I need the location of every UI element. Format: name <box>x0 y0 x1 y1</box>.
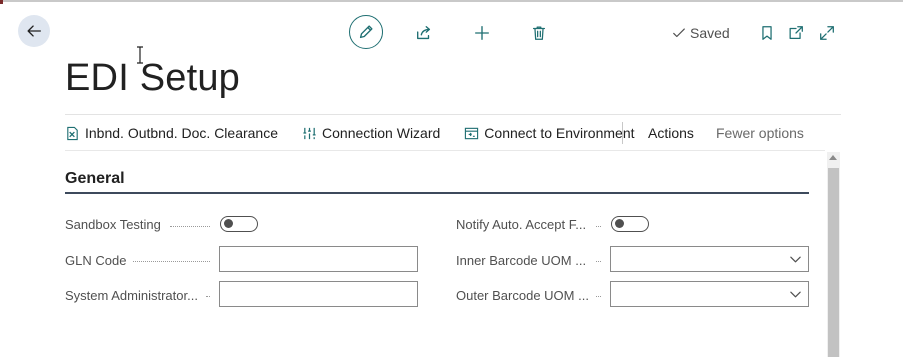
section-title-general[interactable]: General <box>65 170 125 188</box>
action-bar: Inbnd. Outbnd. Doc. Clearance Connection… <box>65 122 635 144</box>
connect-to-environment-action[interactable]: Connect to Environment <box>464 125 635 141</box>
scroll-up-arrow[interactable] <box>829 155 837 160</box>
chevron-down-icon <box>790 256 801 263</box>
plus-icon <box>475 26 489 40</box>
outer-barcode-uom-dropdown[interactable] <box>610 281 809 307</box>
connection-wizard-action[interactable]: Connection Wizard <box>302 125 440 141</box>
inner-barcode-uom-label: Inner Barcode UOM ... <box>456 253 587 268</box>
notify-auto-accept-toggle[interactable] <box>611 216 649 232</box>
open-in-new-window-button[interactable] <box>786 23 806 43</box>
action-bar-divider <box>65 114 841 115</box>
fewer-options-button[interactable]: Fewer options <box>716 125 804 141</box>
scrollbar-thumb[interactable] <box>828 168 839 357</box>
new-button[interactable] <box>472 23 492 43</box>
doc-clearance-action[interactable]: Inbnd. Outbnd. Doc. Clearance <box>65 125 278 141</box>
system-administrator-label: System Administrator... <box>65 288 198 303</box>
sandbox-testing-toggle[interactable] <box>220 216 258 232</box>
expand-button[interactable] <box>817 23 837 43</box>
sandbox-testing-label: Sandbox Testing <box>65 217 161 232</box>
bookmark-icon <box>762 26 772 40</box>
pencil-icon <box>359 25 373 39</box>
field-leader <box>170 226 210 228</box>
actions-menu[interactable]: Actions <box>648 125 694 141</box>
outer-barcode-uom-label: Outer Barcode UOM ... <box>456 288 589 303</box>
section-underline <box>65 192 809 194</box>
inner-barcode-uom-dropdown[interactable] <box>610 246 809 272</box>
doc-clearance-label: Inbnd. Outbnd. Doc. Clearance <box>85 125 279 141</box>
share-icon <box>417 26 431 40</box>
chevron-down-icon <box>790 291 801 298</box>
notify-auto-accept-label: Notify Auto. Accept F... <box>456 217 587 232</box>
environment-icon <box>465 127 479 139</box>
wizard-icon <box>303 127 316 139</box>
toggle-knob <box>615 219 624 228</box>
gln-code-field[interactable] <box>219 246 418 272</box>
content-top-rule <box>65 150 825 151</box>
saved-status: Saved <box>672 24 730 42</box>
connection-wizard-label: Connection Wizard <box>322 125 441 141</box>
page-title: EDI Setup <box>65 57 241 99</box>
saved-label: Saved <box>690 25 730 41</box>
field-leader <box>596 296 601 298</box>
share-button[interactable] <box>414 23 434 43</box>
bookmark-button[interactable] <box>757 23 777 43</box>
gln-code-label: GLN Code <box>65 253 127 268</box>
toggle-knob <box>224 219 233 228</box>
field-leader <box>596 226 601 228</box>
expand-icon <box>820 26 834 40</box>
action-bar-separator <box>622 122 623 144</box>
field-leader <box>133 261 210 263</box>
connect-to-environment-label: Connect to Environment <box>484 125 635 141</box>
field-leader <box>596 261 601 263</box>
field-leader <box>206 296 210 298</box>
doc-clearance-icon <box>67 126 78 140</box>
open-new-window-icon <box>789 26 803 40</box>
system-administrator-field[interactable] <box>219 281 418 307</box>
edit-button[interactable] <box>349 15 383 49</box>
arrow-left-icon <box>27 25 41 37</box>
back-button[interactable] <box>18 15 50 47</box>
delete-button[interactable] <box>529 23 549 43</box>
window-top-border <box>0 0 903 2</box>
window-edge <box>0 0 3 4</box>
checkmark-icon <box>673 28 685 38</box>
trash-icon <box>532 26 546 40</box>
